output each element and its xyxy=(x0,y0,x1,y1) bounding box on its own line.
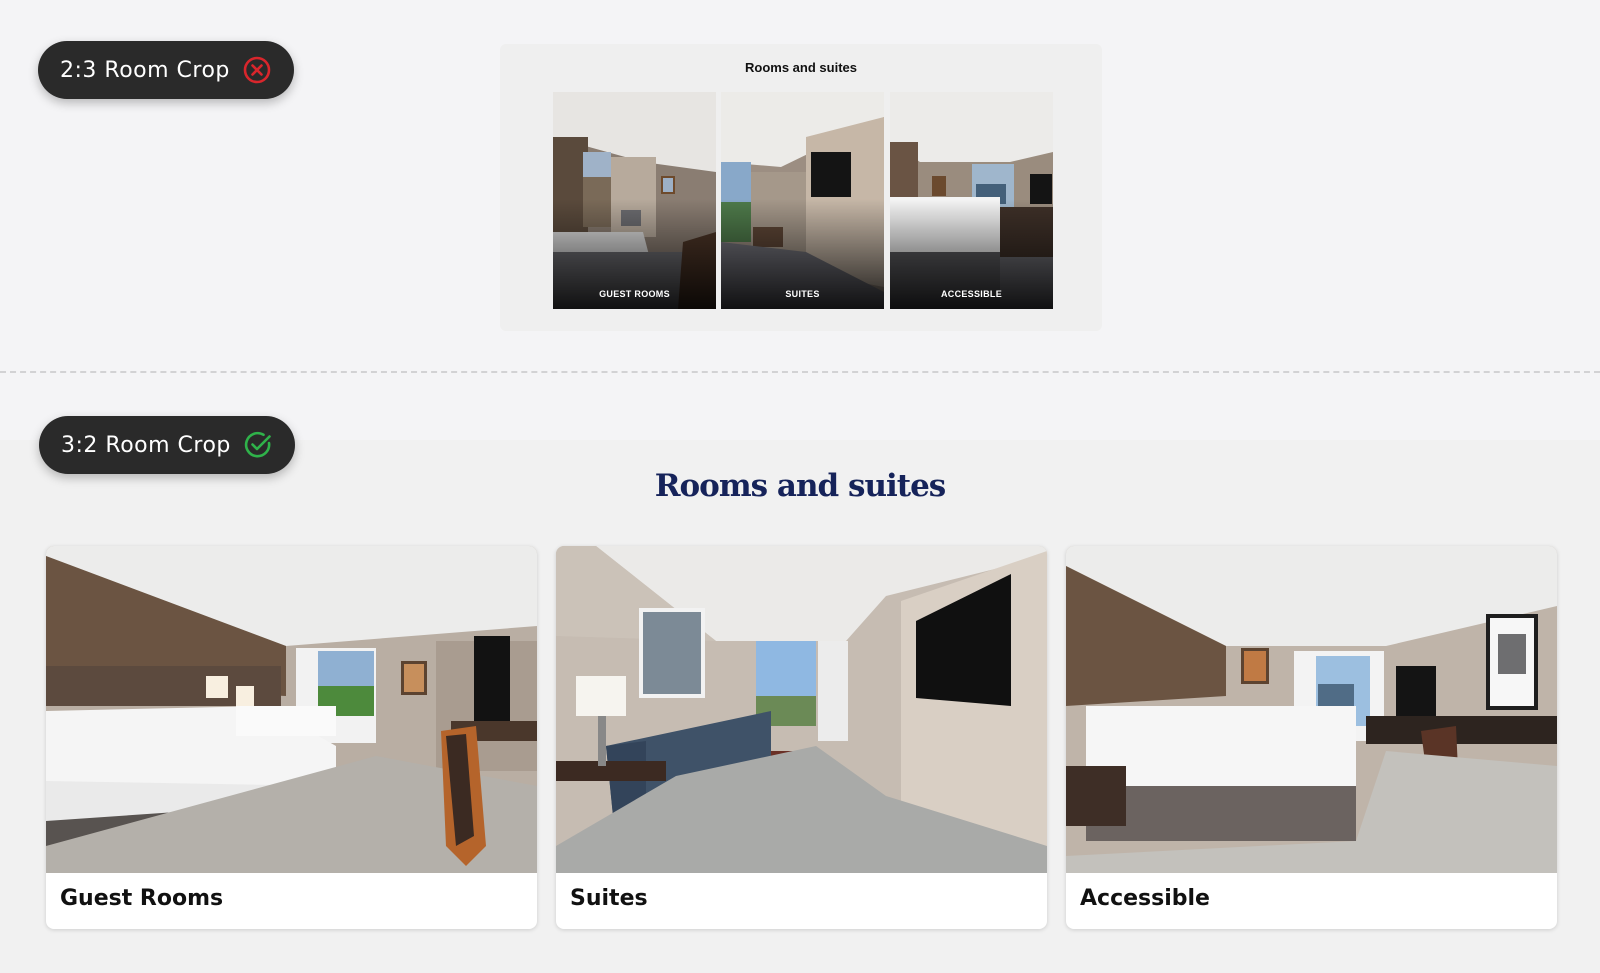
crop-label-pill-3-2: 3:2 Room Crop xyxy=(39,416,295,474)
crop-label-3-2: 3:2 Room Crop xyxy=(61,432,231,458)
tile-label-guest-rooms: GUEST ROOMS xyxy=(599,289,670,299)
card-accessible[interactable]: Accessible xyxy=(1066,546,1557,929)
tile-guest-rooms[interactable]: GUEST ROOMS xyxy=(553,92,716,309)
tile-label-suites: SUITES xyxy=(785,289,820,299)
card-suites[interactable]: Suites xyxy=(556,546,1047,929)
card-guest-rooms[interactable]: Guest Rooms xyxy=(46,546,537,929)
preview-title: Rooms and suites xyxy=(745,60,857,75)
rooms-section-3-2-preview: Rooms and suites Guest Rooms Suites Acce… xyxy=(0,440,1600,973)
check-circle-icon xyxy=(243,430,273,460)
card-label-accessible: Accessible xyxy=(1080,886,1210,911)
tile-label-accessible: ACCESSIBLE xyxy=(940,289,1002,299)
guest-room-photo xyxy=(46,546,537,873)
section-divider xyxy=(0,371,1600,373)
tile-suites[interactable]: SUITES xyxy=(721,92,884,309)
rooms-card-2-3-preview: Rooms and suites GUEST ROOMS SUITES ACCE… xyxy=(500,44,1102,331)
x-circle-icon xyxy=(242,55,272,85)
crop-label-pill-2-3: 2:3 Room Crop xyxy=(38,41,294,99)
card-label-guest-rooms: Guest Rooms xyxy=(60,886,224,911)
card-label-suites: Suites xyxy=(570,886,648,911)
tile-accessible[interactable]: ACCESSIBLE xyxy=(890,92,1053,309)
crop-label-2-3: 2:3 Room Crop xyxy=(60,57,230,83)
suite-photo xyxy=(556,546,1047,873)
accessible-room-photo xyxy=(1066,546,1557,873)
